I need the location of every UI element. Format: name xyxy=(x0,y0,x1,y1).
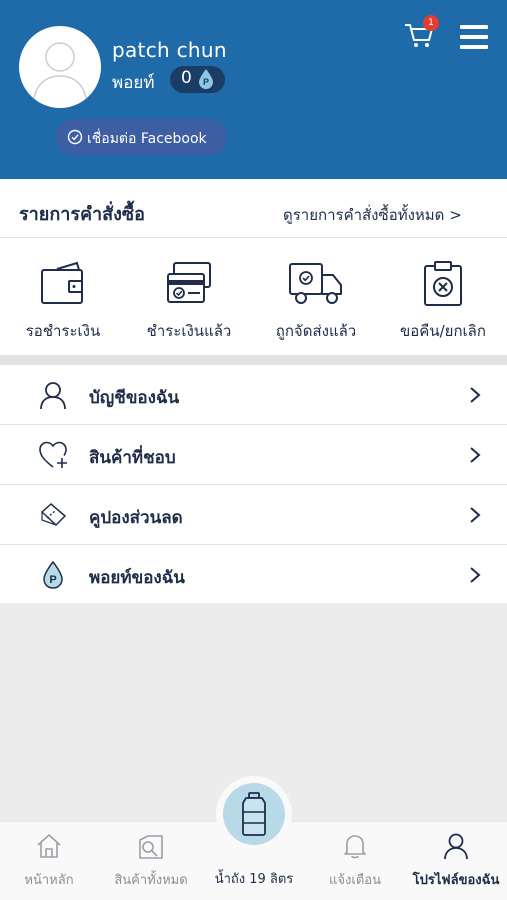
chevron-right-icon xyxy=(470,387,481,403)
nav-water-jug-label[interactable]: น้ำถัง 19 ลิตร xyxy=(196,868,312,889)
profile-icon xyxy=(444,833,468,860)
paid-card-icon xyxy=(167,262,211,303)
points-value: 0 xyxy=(181,68,192,88)
menu-item-label: บัญชีของฉัน xyxy=(89,388,180,408)
orders-title: รายการคำสั่งซื้อ xyxy=(19,204,145,225)
cart-badge: 1 xyxy=(423,15,439,31)
avatar[interactable] xyxy=(19,26,101,108)
nav-label: หน้าหลัก xyxy=(24,873,74,888)
order-status-awaiting-payment[interactable]: รอชำระเงิน xyxy=(0,261,126,346)
products-icon xyxy=(139,835,163,859)
home-icon xyxy=(37,833,61,858)
order-status-return-cancel[interactable]: ขอคืน/ยกเลิก xyxy=(380,261,506,346)
nav-all-products[interactable]: สินค้าทั้งหมด xyxy=(98,822,204,900)
nav-home[interactable]: หน้าหลัก xyxy=(0,822,98,900)
nav-label: สินค้าทั้งหมด xyxy=(114,873,188,888)
nav-my-profile[interactable]: โปรไฟล์ของฉัน xyxy=(405,822,507,900)
divider xyxy=(0,237,507,238)
check-circle-icon xyxy=(67,129,83,145)
points-drop-icon: P xyxy=(43,560,63,589)
status-label: ชำระเงินแล้ว xyxy=(146,322,232,340)
profile-menu: บัญชีของฉัน สินค้าที่ชอบ คูปองส่วนลด P พ… xyxy=(0,365,507,603)
section-separator xyxy=(0,355,507,365)
nav-label: โปรไฟล์ของฉัน xyxy=(412,873,500,888)
points-drop-icon: P xyxy=(199,69,213,89)
chevron-right-icon xyxy=(470,567,481,583)
profile-header: patch chun พอยท์ 0 P เชื่อมต่อ Facebook … xyxy=(0,0,507,179)
hamburger-menu-icon[interactable] xyxy=(459,24,489,50)
menu-item-label: พอยท์ของฉัน xyxy=(89,568,185,588)
chevron-right-icon xyxy=(470,507,481,523)
menu-item-label: คูปองส่วนลด xyxy=(89,508,183,528)
menu-item-favorites[interactable]: สินค้าที่ชอบ xyxy=(0,425,507,485)
coupon-icon xyxy=(41,503,66,526)
user-icon xyxy=(40,382,66,410)
menu-item-my-account[interactable]: บัญชีของฉัน xyxy=(0,365,507,425)
water-jug-button-inner xyxy=(223,783,285,845)
heart-plus-icon xyxy=(39,441,67,468)
water-jug-icon xyxy=(242,792,266,836)
points-label: พอยท์ xyxy=(112,73,155,93)
nav-label: แจ้งเตือน xyxy=(329,873,381,888)
chevron-right-icon xyxy=(470,447,481,463)
points-badge[interactable]: 0 P xyxy=(170,66,225,93)
order-status-paid[interactable]: ชำระเงินแล้ว xyxy=(126,261,252,346)
status-label: ถูกจัดส่งแล้ว xyxy=(275,322,357,340)
status-label: ขอคืน/ยกเลิก xyxy=(400,322,486,340)
menu-item-coupons[interactable]: คูปองส่วนลด xyxy=(0,485,507,545)
avatar-placeholder-icon xyxy=(32,42,88,108)
cancel-clipboard-icon xyxy=(424,261,462,306)
wallet-icon xyxy=(41,261,83,304)
menu-item-label: สินค้าที่ชอบ xyxy=(89,448,176,468)
svg-text:P: P xyxy=(49,574,56,586)
bell-icon xyxy=(344,835,366,859)
connect-facebook-label: เชื่อมต่อ Facebook xyxy=(87,131,207,147)
orders-section: รายการคำสั่งซื้อ ดูรายการคำสั่งซื้อทั้งห… xyxy=(0,179,507,355)
water-jug-button[interactable] xyxy=(216,776,292,852)
svg-text:P: P xyxy=(203,77,209,87)
delivery-truck-icon xyxy=(289,263,342,304)
menu-item-my-points[interactable]: P พอยท์ของฉัน xyxy=(0,545,507,605)
user-name: patch chun xyxy=(112,38,227,62)
view-all-orders-link[interactable]: ดูรายการคำสั่งซื้อทั้งหมด > xyxy=(283,203,462,227)
connect-facebook-button[interactable]: เชื่อมต่อ Facebook xyxy=(56,119,227,155)
order-status-shipped[interactable]: ถูกจัดส่งแล้ว xyxy=(253,261,379,346)
status-label: รอชำระเงิน xyxy=(25,322,101,340)
nav-notifications[interactable]: แจ้งเตือน xyxy=(305,822,405,900)
